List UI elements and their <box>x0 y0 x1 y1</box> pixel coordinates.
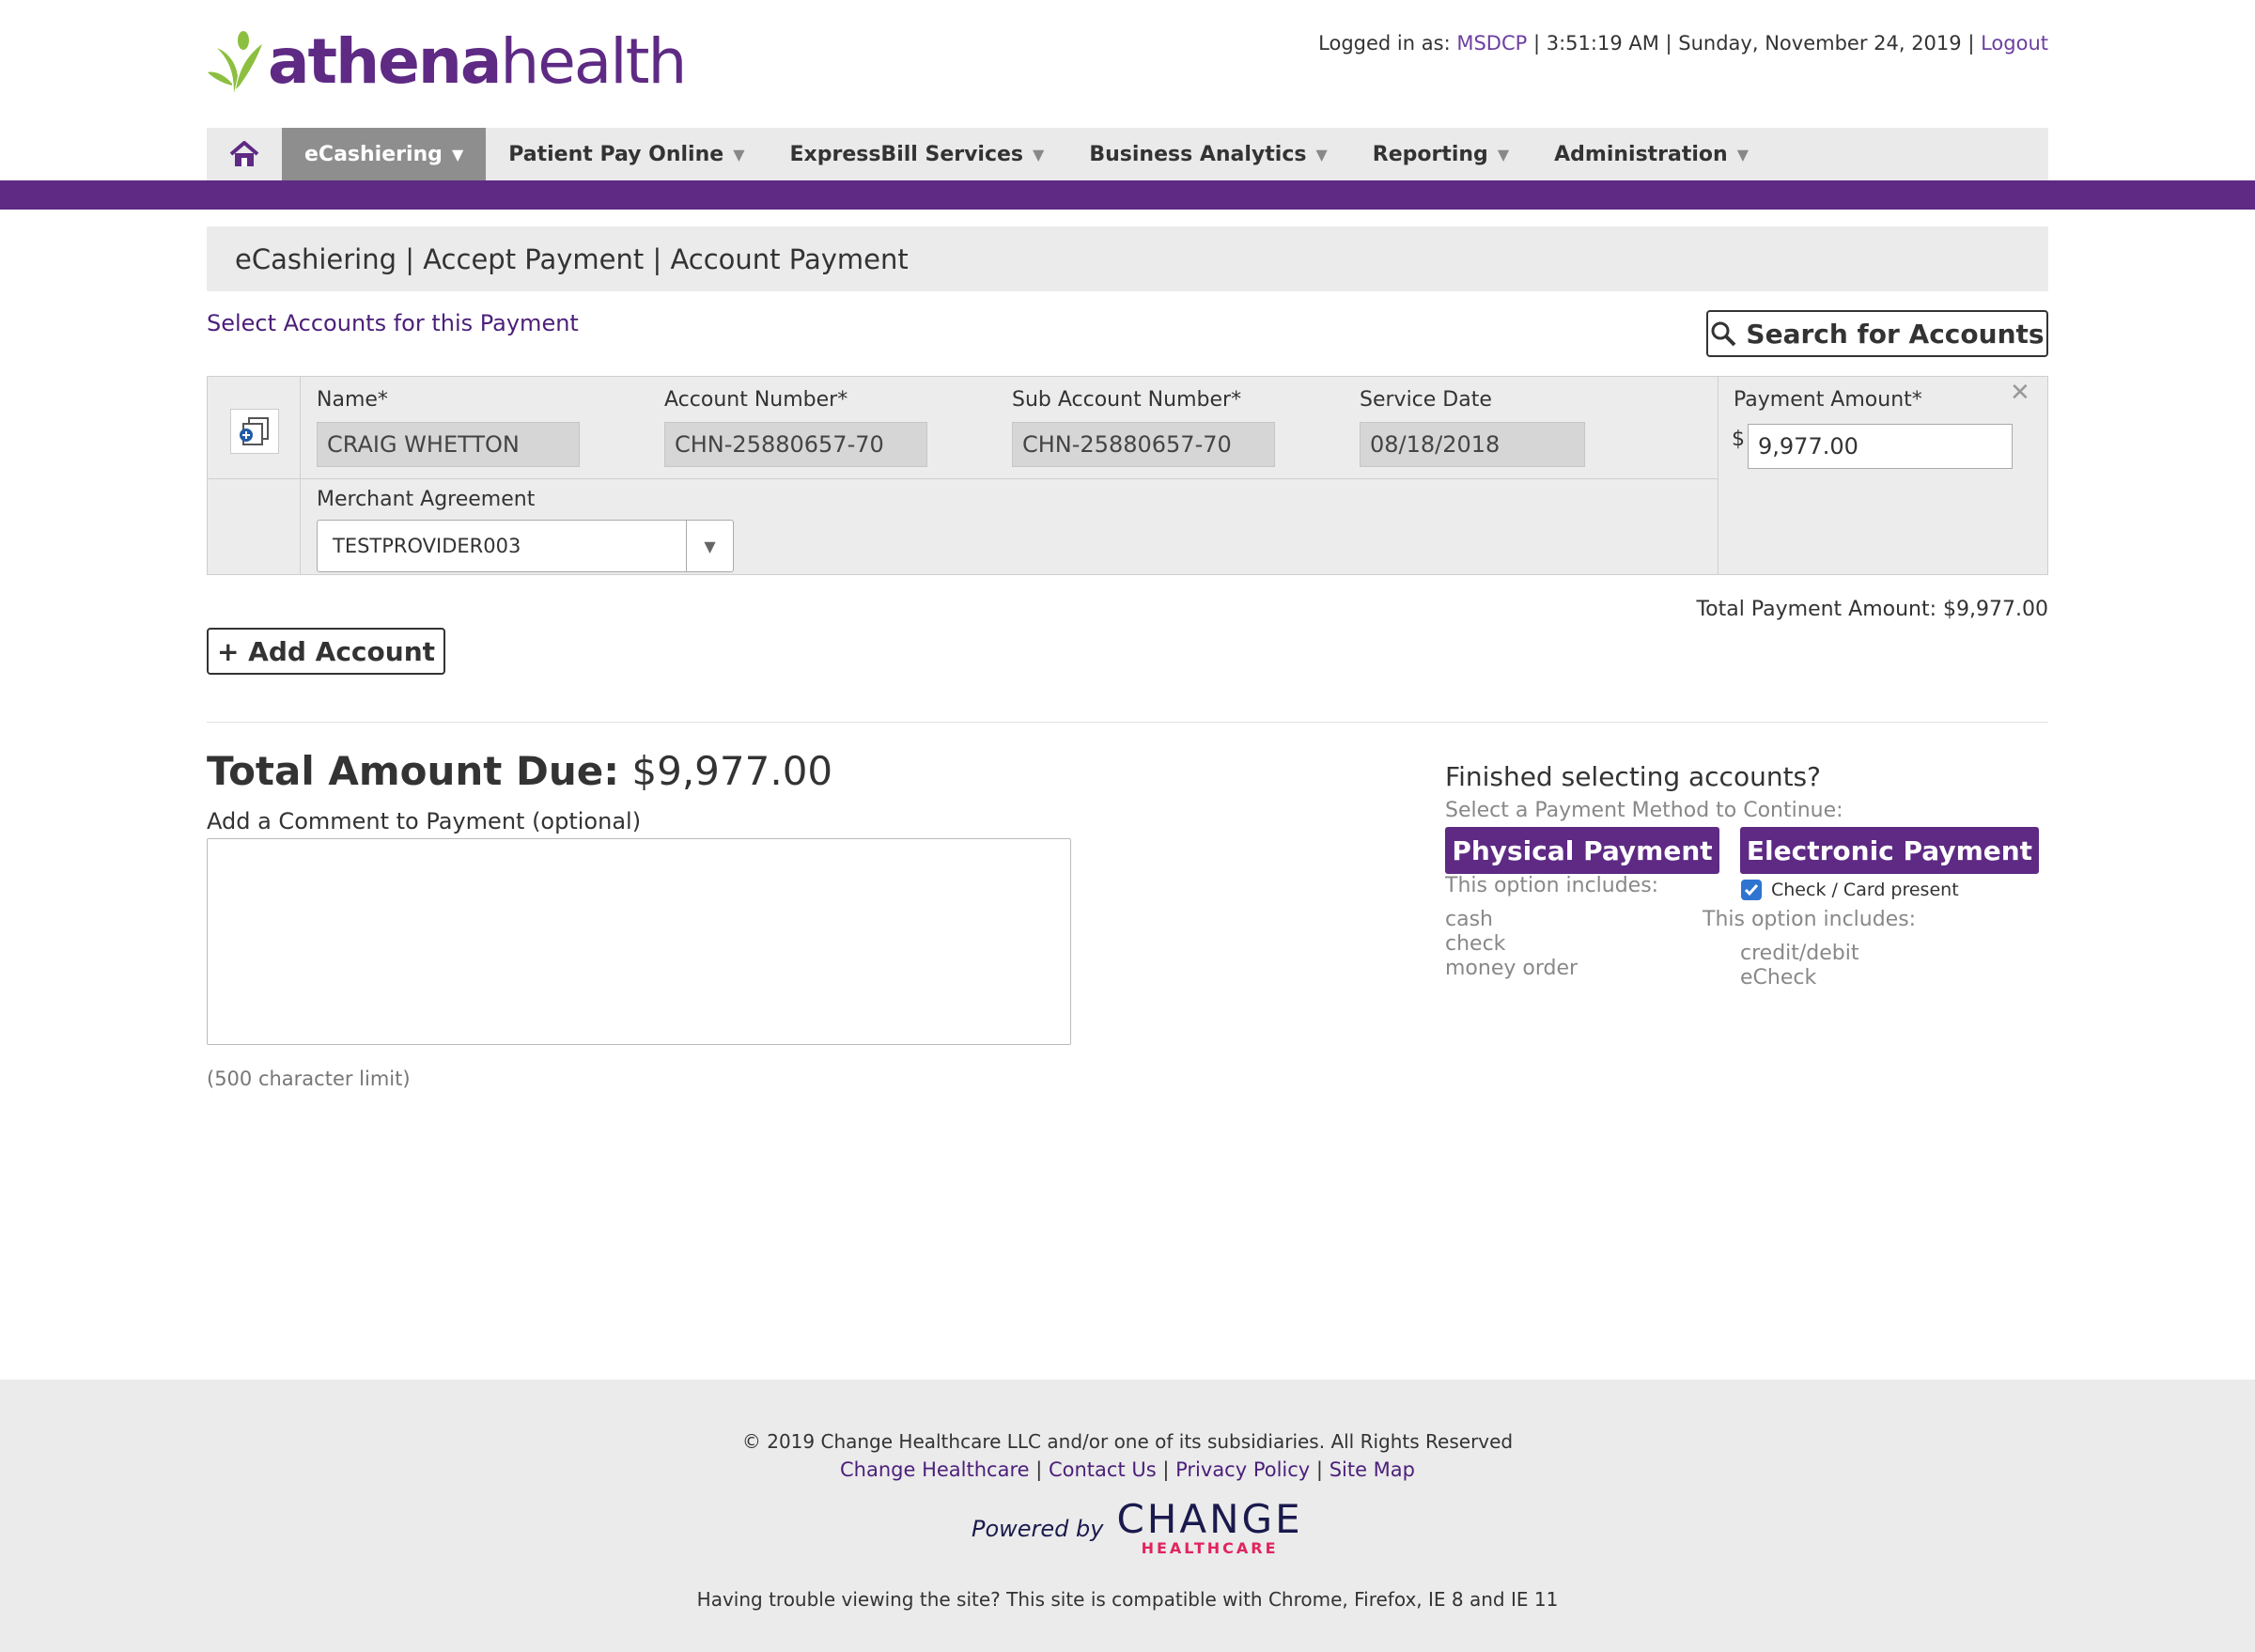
footer-link-site-map[interactable]: Site Map <box>1330 1458 1415 1481</box>
nav-administration[interactable]: Administration ▼ <box>1532 128 1771 180</box>
footer-link-change-healthcare[interactable]: Change Healthcare <box>840 1458 1030 1481</box>
sub-account-label: Sub Account Number* <box>1012 388 1242 412</box>
nav-ecashiering[interactable]: eCashiering ▼ <box>282 128 487 180</box>
option-cash: cash <box>1445 908 1493 931</box>
physical-includes-label: This option includes: <box>1445 874 1659 897</box>
currency-symbol: $ <box>1732 428 1745 451</box>
service-date-field[interactable]: 08/18/2018 <box>1360 422 1585 467</box>
logout-link[interactable]: Logout <box>1981 32 2048 55</box>
change-healthcare-logo: CHANGE HEALTHCARE <box>1116 1496 1303 1558</box>
caret-down-icon: ▼ <box>1315 145 1328 164</box>
electronic-includes-label: This option includes: <box>1703 908 1917 931</box>
option-echeck: eCheck <box>1740 966 1817 990</box>
check-card-present-row[interactable]: Check / Card present <box>1741 880 1959 900</box>
nav-business-analytics[interactable]: Business Analytics ▼ <box>1066 128 1349 180</box>
name-field[interactable]: CRAIG WHETTON <box>317 422 580 467</box>
service-date-label: Service Date <box>1360 388 1492 412</box>
caret-down-icon: ▼ <box>451 145 464 164</box>
merchant-agreement-select[interactable]: TESTPROVIDER003 ▼ <box>317 520 734 572</box>
option-money-order: money order <box>1445 957 1578 980</box>
option-check: check <box>1445 932 1506 956</box>
compatibility-note: Having trouble viewing the site? This si… <box>696 1588 1559 1611</box>
logged-in-label: Logged in as: <box>1318 32 1451 55</box>
nav-patient-pay-online[interactable]: Patient Pay Online ▼ <box>486 128 767 180</box>
payment-amount-label: Payment Amount* <box>1734 388 1922 412</box>
powered-by-label: Powered by <box>972 1515 1104 1542</box>
nav-reporting[interactable]: Reporting ▼ <box>1350 128 1532 180</box>
footer-link-contact-us[interactable]: Contact Us <box>1049 1458 1157 1481</box>
user-bar: Logged in as: MSDCP | 3:51:19 AM | Sunda… <box>1318 32 2048 55</box>
account-row: Name* CRAIG WHETTON Account Number* CHN-… <box>207 376 2048 575</box>
nav-expressbill-services[interactable]: ExpressBill Services ▼ <box>768 128 1067 180</box>
physical-options: cash check money order <box>1445 908 1578 981</box>
breadcrumb: eCashiering | Accept Payment | Account P… <box>207 226 2048 291</box>
username-link[interactable]: MSDCP <box>1456 32 1527 55</box>
powered-by: Powered by CHANGE HEALTHCARE <box>972 1496 1303 1558</box>
athenahealth-logo[interactable]: athenahealth <box>206 24 687 100</box>
search-icon <box>1711 321 1736 347</box>
name-label: Name* <box>317 388 388 412</box>
caret-down-icon: ▼ <box>733 145 745 164</box>
caret-down-icon: ▼ <box>1497 145 1510 164</box>
character-limit-note: (500 character limit) <box>207 1068 411 1090</box>
select-accounts-title: Select Accounts for this Payment <box>207 310 579 336</box>
divider <box>207 722 2048 723</box>
remove-account-icon[interactable]: ✕ <box>2010 379 2030 407</box>
leaf-logo-icon <box>208 31 262 93</box>
finished-title: Finished selecting accounts? <box>1445 761 1821 792</box>
current-time: 3:51:19 AM <box>1546 32 1659 55</box>
total-payment-amount: Total Payment Amount: $9,977.00 <box>1696 598 2048 621</box>
current-date: Sunday, November 24, 2019 <box>1678 32 1962 55</box>
chevron-down-icon: ▼ <box>686 521 733 571</box>
copyright-text: © 2019 Change Healthcare LLC and/or one … <box>741 1430 1514 1453</box>
account-number-label: Account Number* <box>664 388 848 412</box>
payment-amount-input[interactable]: 9,977.00 <box>1748 424 2013 469</box>
merchant-agreement-value: TESTPROVIDER003 <box>333 535 521 557</box>
caret-down-icon: ▼ <box>1033 145 1045 164</box>
main-nav: eCashiering ▼ Patient Pay Online ▼ Express… <box>207 128 2048 180</box>
footer-link-privacy-policy[interactable]: Privacy Policy <box>1175 1458 1310 1481</box>
caret-down-icon: ▼ <box>1736 145 1750 164</box>
brand-band <box>0 180 2255 210</box>
electronic-payment-button[interactable]: Electronic Payment <box>1740 827 2039 874</box>
home-icon <box>229 141 259 166</box>
sub-account-field[interactable]: CHN-25880657-70 <box>1012 422 1275 467</box>
logo-text: athenahealth <box>268 25 687 98</box>
footer: © 2019 Change Healthcare LLC and/or one … <box>0 1379 2255 1652</box>
merchant-agreement-label: Merchant Agreement <box>317 488 536 511</box>
total-due-value: $9,977.00 <box>631 748 833 794</box>
option-credit-debit: credit/debit <box>1740 942 1859 965</box>
total-amount-due: Total Amount Due: $9,977.00 <box>207 748 832 794</box>
total-due-label: Total Amount Due: <box>207 748 620 794</box>
nav-home[interactable] <box>207 128 282 180</box>
copy-account-icon[interactable] <box>230 409 279 454</box>
electronic-options: credit/debit eCheck <box>1740 942 1859 990</box>
footer-links: Change Healthcare | Contact Us | Privacy… <box>840 1458 1415 1481</box>
checkbox-checked-icon[interactable] <box>1741 880 1762 900</box>
add-account-button[interactable]: + Add Account <box>207 628 445 675</box>
search-accounts-button[interactable]: Search for Accounts <box>1706 310 2048 357</box>
physical-payment-button[interactable]: Physical Payment <box>1445 827 1719 874</box>
comment-label: Add a Comment to Payment (optional) <box>207 808 642 834</box>
finished-subtitle: Select a Payment Method to Continue: <box>1445 799 1843 822</box>
comment-textarea[interactable] <box>207 838 1071 1045</box>
check-card-present-label: Check / Card present <box>1771 880 1959 900</box>
account-number-field[interactable]: CHN-25880657-70 <box>664 422 927 467</box>
